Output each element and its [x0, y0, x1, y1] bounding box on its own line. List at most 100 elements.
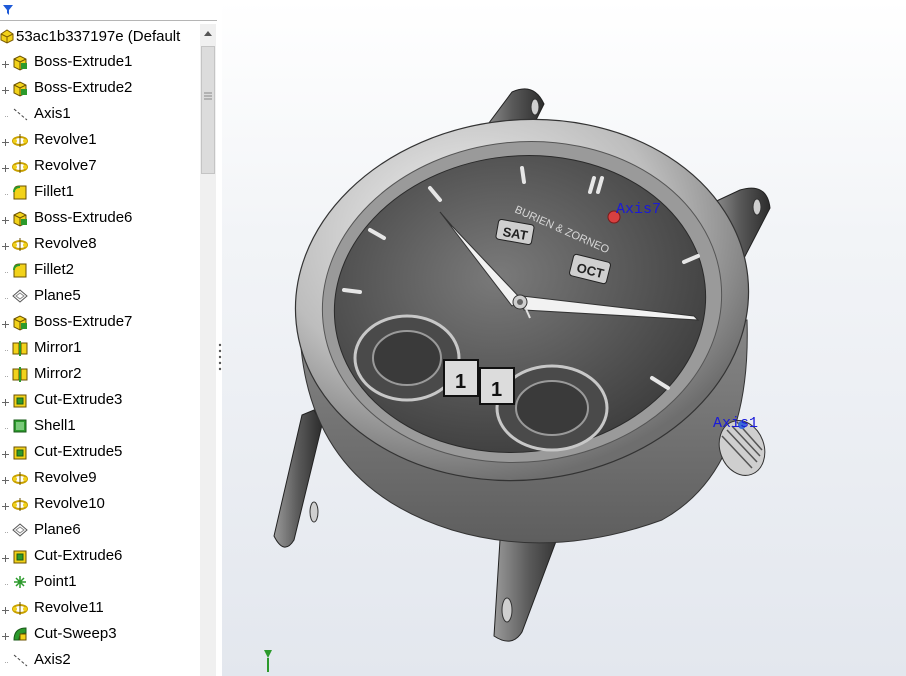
tree-item-axis2[interactable]: Axis2 [0, 647, 200, 673]
date-digit-2: 1 [491, 379, 502, 401]
tree-item-label: Plane5 [34, 287, 81, 304]
tree-item-fillet1[interactable]: Fillet1 [0, 179, 200, 205]
plane-icon [11, 287, 29, 305]
expand-plus-icon[interactable] [1, 82, 10, 94]
tree-item-cut-extrude5[interactable]: Cut-Extrude5 [0, 439, 200, 465]
expand-plus-icon[interactable] [1, 550, 10, 562]
tree-item-label: Fillet1 [34, 183, 75, 200]
axis7-label[interactable]: Axis7 [616, 201, 661, 218]
feature-manager-tree: 53ac1b337197e (Default Boss-Extrude1 Boss… [0, 0, 218, 676]
axis1-label[interactable]: Axis1 [713, 415, 758, 432]
expand-plus-icon[interactable] [1, 446, 10, 458]
expand-plus-icon[interactable] [1, 394, 10, 406]
tree-item-plane5[interactable]: Plane5 [0, 283, 200, 309]
expand-plus-icon[interactable] [1, 628, 10, 640]
extrude-icon [11, 209, 29, 227]
tree-item-label: Boss-Extrude1 [34, 53, 133, 70]
tree-item-revolve10[interactable]: Revolve10 [0, 491, 200, 517]
tree-item-label: Axis2 [34, 651, 71, 668]
tree-item-label: Revolve8 [34, 235, 97, 252]
tree-item-boss-extrude1[interactable]: Boss-Extrude1 [0, 49, 200, 75]
triad-origin-icon [262, 648, 274, 676]
tree-item-axis1[interactable]: Axis1 [0, 101, 200, 127]
tree-item-label: Boss-Extrude2 [34, 79, 133, 96]
revolve-icon [11, 157, 29, 175]
tree-item-label: Revolve9 [34, 469, 97, 486]
revolve-icon [11, 599, 29, 617]
expand-plus-icon[interactable] [1, 498, 10, 510]
tree-filter-bar[interactable] [0, 0, 217, 21]
watch-model[interactable]: BURIEN & ZORNEO SAT OCT 1 1 [222, 0, 906, 676]
tree-item-label: Cut-Extrude5 [34, 443, 123, 460]
tree-connector [1, 186, 10, 195]
revolve-icon [11, 469, 29, 487]
tree-item-label: Revolve1 [34, 131, 97, 148]
scroll-up-arrow-icon[interactable] [200, 24, 216, 44]
tree-item-label: Boss-Extrude6 [34, 209, 133, 226]
expand-plus-icon[interactable] [1, 56, 10, 68]
tree-item-boss-extrude6[interactable]: Boss-Extrude6 [0, 205, 200, 231]
tree-root-label: 53ac1b337197e (Default [16, 28, 181, 45]
axis-icon [11, 105, 29, 123]
tree-item-revolve11[interactable]: Revolve11 [0, 595, 200, 621]
tree-item-label: Cut-Sweep3 [34, 625, 117, 642]
tree-connector [1, 290, 10, 299]
tree-item-boss-extrude2[interactable]: Boss-Extrude2 [0, 75, 200, 101]
tree-item-cut-extrude6[interactable]: Cut-Extrude6 [0, 543, 200, 569]
tree-item-shell1[interactable]: Shell1 [0, 413, 200, 439]
axis-icon [11, 651, 29, 669]
tree-item-cut-extrude3[interactable]: Cut-Extrude3 [0, 387, 200, 413]
tree-item-label: Axis1 [34, 105, 71, 122]
expand-plus-icon[interactable] [1, 602, 10, 614]
plane-icon [11, 521, 29, 539]
tree-root-node[interactable]: 53ac1b337197e (Default [0, 24, 217, 48]
extrude-icon [11, 79, 29, 97]
expand-plus-icon[interactable] [1, 238, 10, 250]
tree-item-fillet2[interactable]: Fillet2 [0, 257, 200, 283]
tree-item-mirror1[interactable]: Mirror1 [0, 335, 200, 361]
expand-plus-icon[interactable] [1, 472, 10, 484]
scroll-thumb[interactable] [201, 46, 215, 174]
fillet-icon [11, 261, 29, 279]
tree-item-boss-extrude7[interactable]: Boss-Extrude7 [0, 309, 200, 335]
tree-item-label: Boss-Extrude7 [34, 313, 133, 330]
expand-plus-icon[interactable] [1, 316, 10, 328]
tree-scrollbar[interactable] [200, 24, 216, 676]
tree-item-plane6[interactable]: Plane6 [0, 517, 200, 543]
tree-item-label: Cut-Extrude6 [34, 547, 123, 564]
cut-extrude-icon [11, 547, 29, 565]
filter-icon[interactable] [2, 3, 14, 21]
tree-connector [1, 368, 10, 377]
revolve-icon [11, 235, 29, 253]
revolve-icon [11, 495, 29, 513]
tree-item-label: Revolve10 [34, 495, 105, 512]
tree-item-mirror2[interactable]: Mirror2 [0, 361, 200, 387]
lug-bottom-left [273, 409, 323, 548]
tree-item-revolve1[interactable]: Revolve1 [0, 127, 200, 153]
part-icon [0, 28, 14, 49]
tree-connector [1, 576, 10, 585]
extrude-icon [11, 313, 29, 331]
tree-connector [1, 654, 10, 663]
expand-plus-icon[interactable] [1, 160, 10, 172]
date-digit-1: 1 [455, 371, 466, 393]
tree-connector [1, 108, 10, 117]
tree-item-point1[interactable]: Point1 [0, 569, 200, 595]
tree-connector [1, 342, 10, 351]
tree-item-cut-sweep3[interactable]: Cut-Sweep3 [0, 621, 200, 647]
expand-plus-icon[interactable] [1, 134, 10, 146]
tree-connector [1, 264, 10, 273]
tree-item-label: Mirror2 [34, 365, 82, 382]
tree-item-label: Point1 [34, 573, 77, 590]
cut-extrude-icon [11, 443, 29, 461]
tree-item-revolve8[interactable]: Revolve8 [0, 231, 200, 257]
revolve-icon [11, 131, 29, 149]
tree-item-revolve9[interactable]: Revolve9 [0, 465, 200, 491]
tree-item-revolve7[interactable]: Revolve7 [0, 153, 200, 179]
expand-plus-icon[interactable] [1, 212, 10, 224]
tree-connector [1, 524, 10, 533]
tree-connector [1, 420, 10, 429]
tree-item-label: Fillet2 [34, 261, 75, 278]
graphics-viewport[interactable]: BURIEN & ZORNEO SAT OCT 1 1 Axis7 Axis1 [222, 0, 906, 676]
mirror-icon [11, 339, 29, 357]
